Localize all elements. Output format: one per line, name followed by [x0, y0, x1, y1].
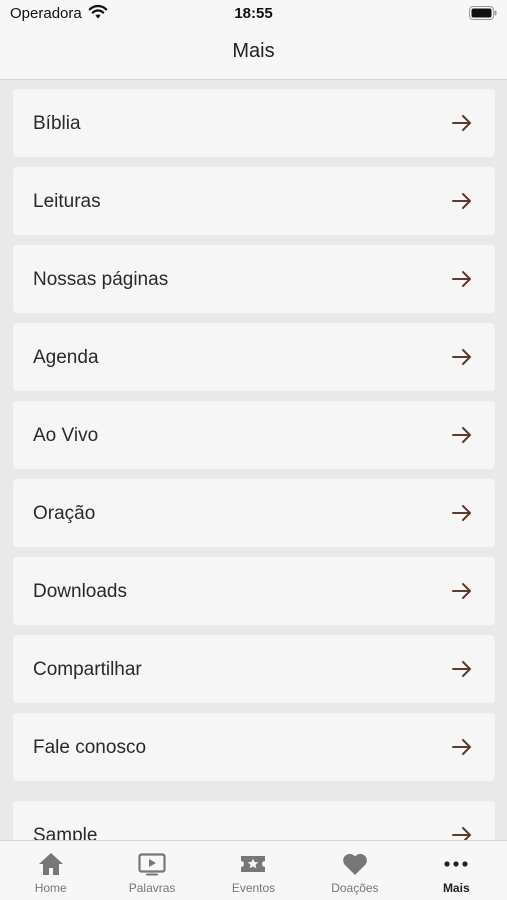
menu-item-fale-conosco[interactable]: Fale conosco: [13, 713, 495, 781]
menu-item-label: Downloads: [33, 581, 127, 602]
menu-item-sample[interactable]: Sample: [13, 801, 495, 840]
menu-item-compartilhar[interactable]: Compartilhar: [13, 635, 495, 703]
arrow-right-icon: [452, 827, 471, 840]
menu-item-ao-vivo[interactable]: Ao Vivo: [13, 401, 495, 469]
battery-icon: [469, 6, 497, 20]
arrow-right-icon: [452, 583, 471, 599]
tab-eventos[interactable]: Eventos: [203, 841, 304, 900]
status-bar: Operadora 18:55: [0, 0, 507, 28]
menu-item-leituras[interactable]: Leituras: [13, 167, 495, 235]
menu-item-downloads[interactable]: Downloads: [13, 557, 495, 625]
ticket-icon: [241, 856, 266, 872]
clock: 18:55: [234, 5, 273, 22]
menu-item-label: Bíblia: [33, 113, 81, 134]
menu-item-label: Compartilhar: [33, 659, 142, 680]
tab-label: Mais: [442, 881, 470, 895]
tab-label: Eventos: [231, 881, 276, 895]
tab-bar: Home Palavras Eventos Doações Mais: [0, 840, 507, 900]
tab-label: Home: [34, 881, 67, 895]
menu-item-label: Fale conosco: [33, 737, 147, 758]
menu-item-nossas-paginas[interactable]: Nossas páginas: [13, 245, 495, 313]
menu-item-biblia[interactable]: Bíblia: [13, 89, 495, 157]
tab-doacoes[interactable]: Doações: [304, 841, 405, 900]
arrow-right-icon: [452, 505, 471, 521]
arrow-right-icon: [452, 739, 471, 755]
menu-item-label: Leituras: [33, 191, 101, 212]
menu-item-label: Sample: [33, 825, 98, 840]
menu-item-oracao[interactable]: Oração: [13, 479, 495, 547]
home-icon: [38, 853, 63, 875]
navigation-bar: Mais: [0, 28, 507, 80]
tab-mais[interactable]: Mais: [406, 841, 507, 900]
menu-list[interactable]: Bíblia Leituras Nossas páginas Agenda Ao…: [0, 80, 507, 840]
arrow-right-icon: [452, 193, 471, 209]
menu-item-label: Agenda: [33, 347, 99, 368]
tab-palavras[interactable]: Palavras: [101, 841, 202, 900]
tab-label: Doações: [331, 881, 379, 895]
arrow-right-icon: [452, 271, 471, 287]
tab-label: Palavras: [128, 881, 176, 895]
arrow-right-icon: [452, 349, 471, 365]
more-dots-icon: [444, 861, 468, 867]
arrow-right-icon: [452, 115, 471, 131]
heart-icon: [343, 853, 367, 875]
menu-item-label: Ao Vivo: [33, 425, 99, 446]
tab-home[interactable]: Home: [0, 841, 101, 900]
arrow-right-icon: [452, 661, 471, 677]
arrow-right-icon: [452, 427, 471, 443]
play-video-icon: [138, 853, 166, 876]
menu-item-label: Nossas páginas: [33, 269, 169, 290]
menu-item-label: Oração: [33, 503, 96, 524]
menu-item-agenda[interactable]: Agenda: [13, 323, 495, 391]
page-title: Mais: [232, 40, 275, 62]
